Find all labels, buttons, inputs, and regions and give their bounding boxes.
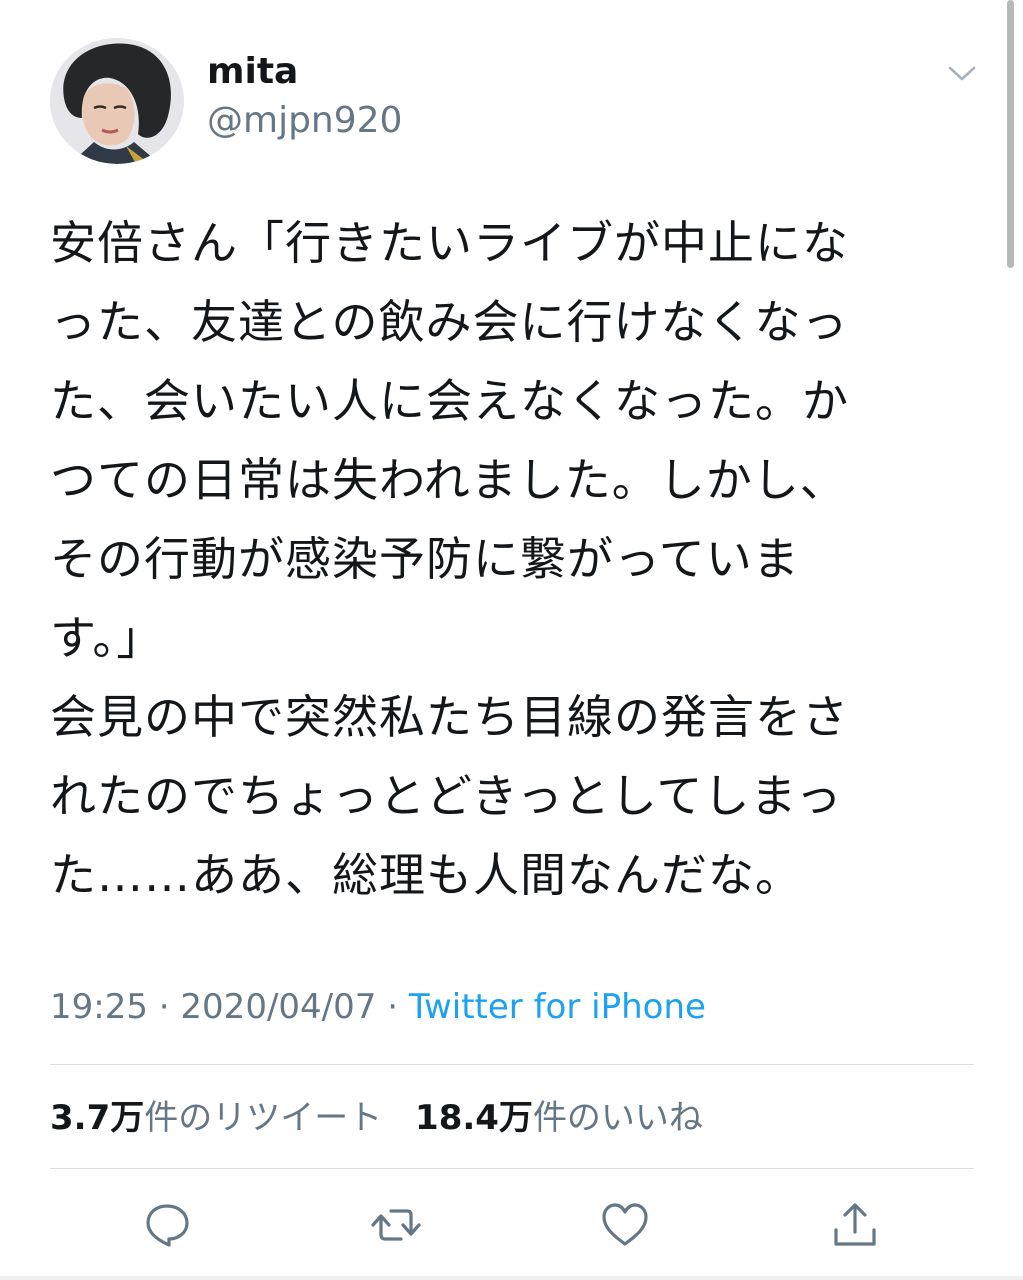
chevron-down-icon[interactable] <box>944 56 980 92</box>
tweet-line: れたのでちょっとどきっとしてしまっ <box>50 769 843 823</box>
meta-separator: · <box>147 987 181 1027</box>
share-upload-icon <box>834 1203 876 1246</box>
retweet-arrows-icon <box>371 1209 421 1241</box>
tweet-date[interactable]: 2020/04/07 <box>180 987 376 1027</box>
reply-bubble-icon <box>146 1204 189 1247</box>
tweet-line: その行動が感染予防に繋がっていま <box>50 532 800 586</box>
display-name[interactable]: mita <box>207 50 298 94</box>
avatar[interactable] <box>50 38 184 164</box>
tweet-line: 会見の中で突然私たち目線の発言をさ <box>50 690 849 744</box>
tweet-line: た……ああ、総理も人間なんだな。 <box>50 848 802 902</box>
tweet-line: った、友達との飲み会に行けなくなっ <box>50 295 849 349</box>
tweet-text: 安倍さん「行きたいライブが中止にな った、友達との飲み会に行けなくなっ た、会い… <box>50 204 975 915</box>
user-handle[interactable]: @mjpn920 <box>207 99 402 143</box>
retweets-count: 3.7万 <box>50 1098 145 1138</box>
retweets-label: 件のリツイート <box>144 1098 383 1138</box>
tweet-line: す。」 <box>50 611 164 665</box>
tweet-meta: 19:25 · 2020/04/07 · Twitter for iPhone <box>50 985 706 1029</box>
tweet-line: 安倍さん「行きたいライブが中止にな <box>50 216 849 270</box>
divider <box>50 1064 974 1065</box>
avatar-photo <box>50 38 184 164</box>
heart-icon <box>602 1203 648 1246</box>
reply-button[interactable] <box>140 1198 194 1252</box>
divider <box>50 1168 974 1169</box>
tweet-stats: 3.7万件のリツイート 18.4万件のいいね <box>50 1096 725 1140</box>
tweet-time[interactable]: 19:25 <box>50 987 148 1027</box>
likes-label: 件のいいね <box>532 1098 703 1138</box>
tweet-line: た、会いたい人に会えなくなった。か <box>50 374 849 428</box>
meta-separator: · <box>376 987 409 1027</box>
scrollbar[interactable] <box>1007 0 1014 268</box>
share-button[interactable] <box>828 1198 882 1252</box>
retweets-stat[interactable]: 3.7万件のリツイート <box>50 1096 382 1140</box>
tweet-source-link[interactable]: Twitter for iPhone <box>409 987 706 1027</box>
likes-stat[interactable]: 18.4万件のいいね <box>415 1096 703 1140</box>
tweet-line: つての日常は失われました。しかし、 <box>50 453 847 507</box>
bottom-border <box>0 1276 1023 1280</box>
likes-count: 18.4万 <box>415 1098 533 1138</box>
like-button[interactable] <box>598 1198 652 1252</box>
retweet-button[interactable] <box>369 1198 423 1252</box>
